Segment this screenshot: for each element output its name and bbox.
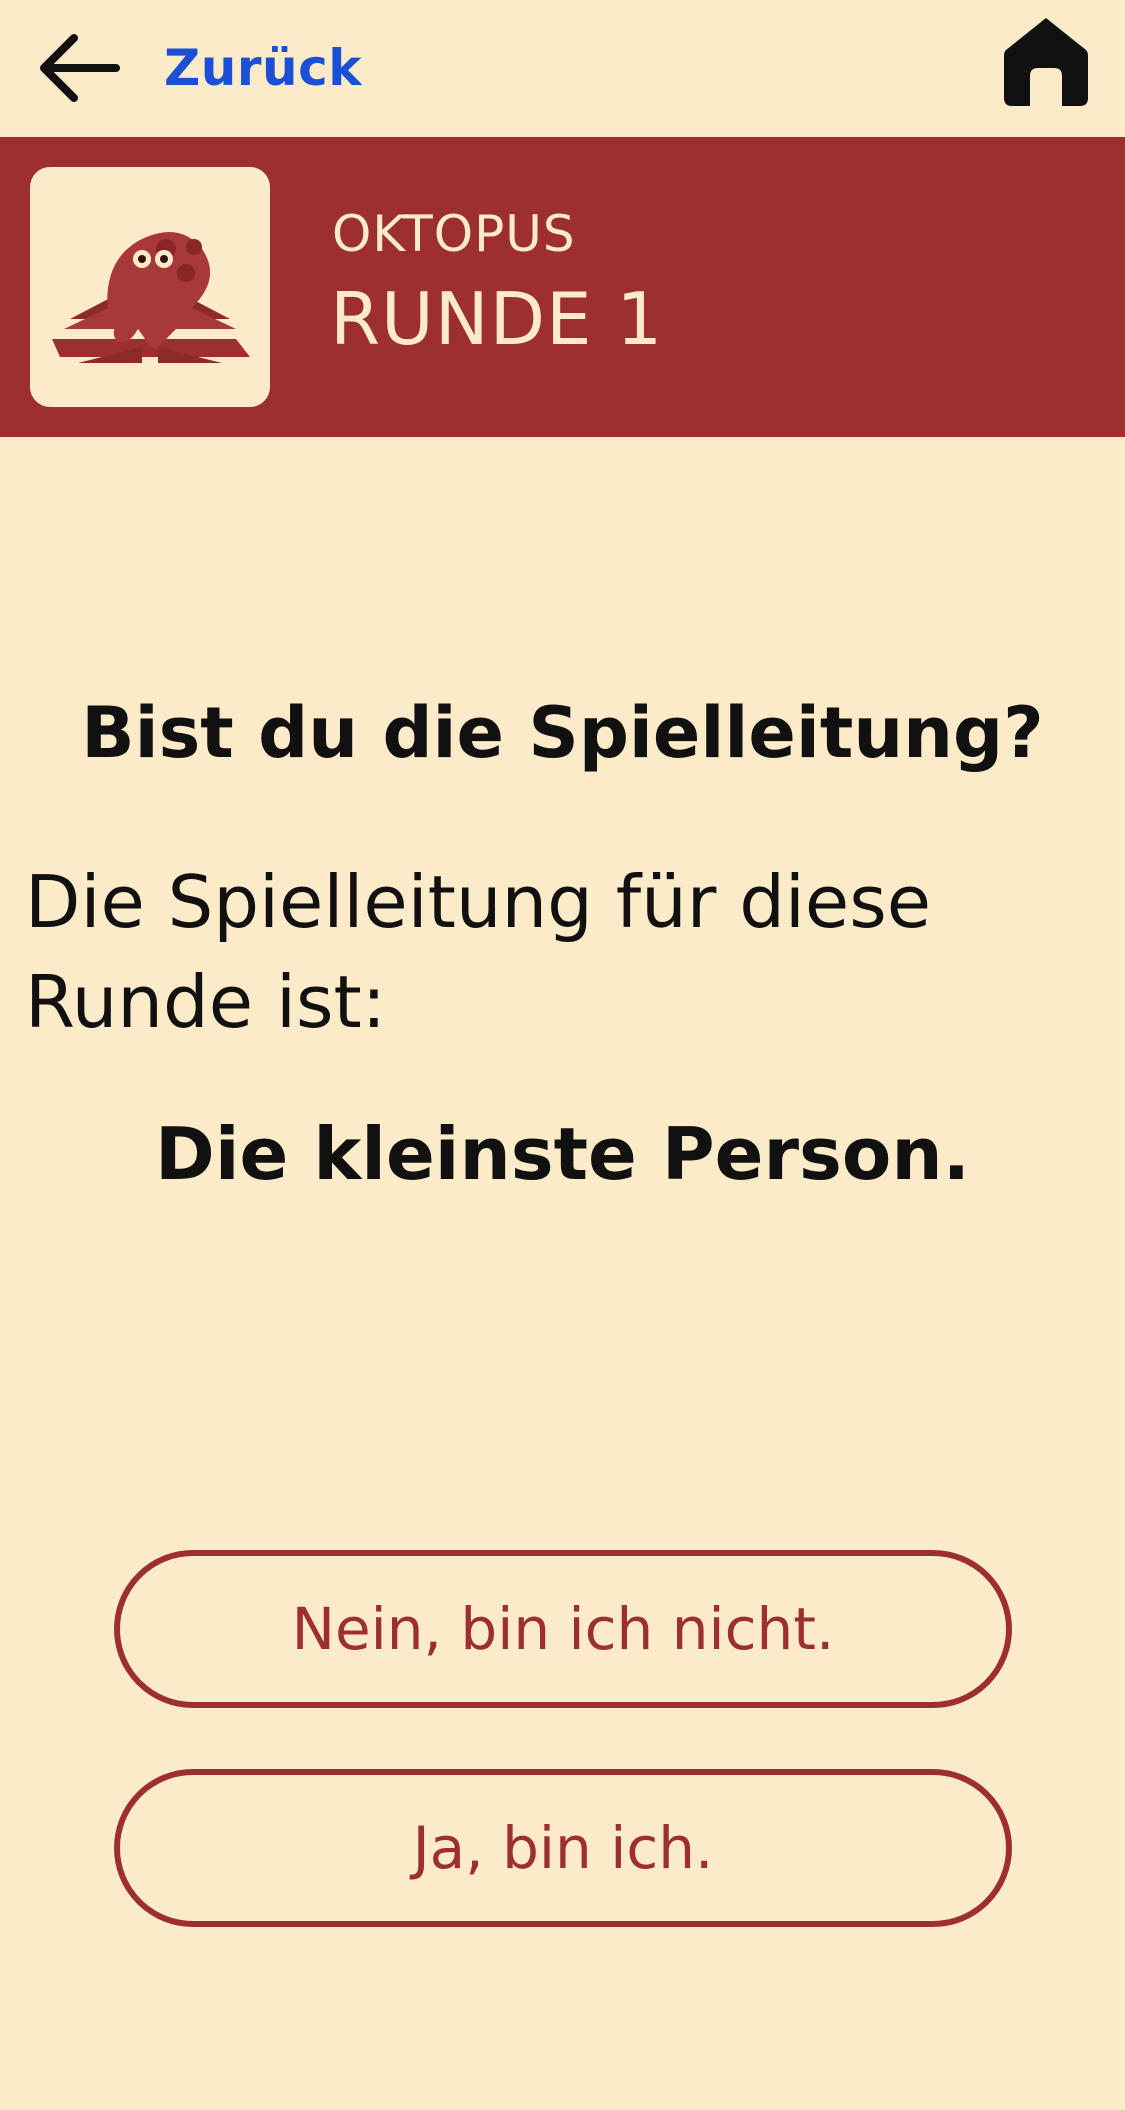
home-icon: [1002, 14, 1090, 110]
game-name: OKTOPUS: [332, 205, 576, 263]
yes-button[interactable]: Ja, bin ich.: [114, 1769, 1012, 1927]
no-button[interactable]: Nein, bin ich nicht.: [114, 1550, 1012, 1708]
back-button[interactable]: Zurück: [36, 18, 362, 118]
leader-text: Die kleinste Person.: [155, 1112, 970, 1196]
octopus-icon: [30, 167, 270, 407]
question-heading: Bist du die Spielleitung?: [81, 692, 1044, 774]
game-header: OKTOPUS RUNDE 1: [0, 137, 1125, 437]
arrow-left-icon: [36, 26, 120, 110]
top-navigation-bar: Zurück: [0, 0, 1125, 137]
intro-text: Die Spielleitung für diese Runde ist:: [25, 860, 932, 1044]
back-label: Zurück: [164, 39, 362, 97]
round-title: RUNDE 1: [330, 277, 664, 361]
home-button[interactable]: [1002, 14, 1090, 110]
game-tile: [30, 167, 270, 407]
